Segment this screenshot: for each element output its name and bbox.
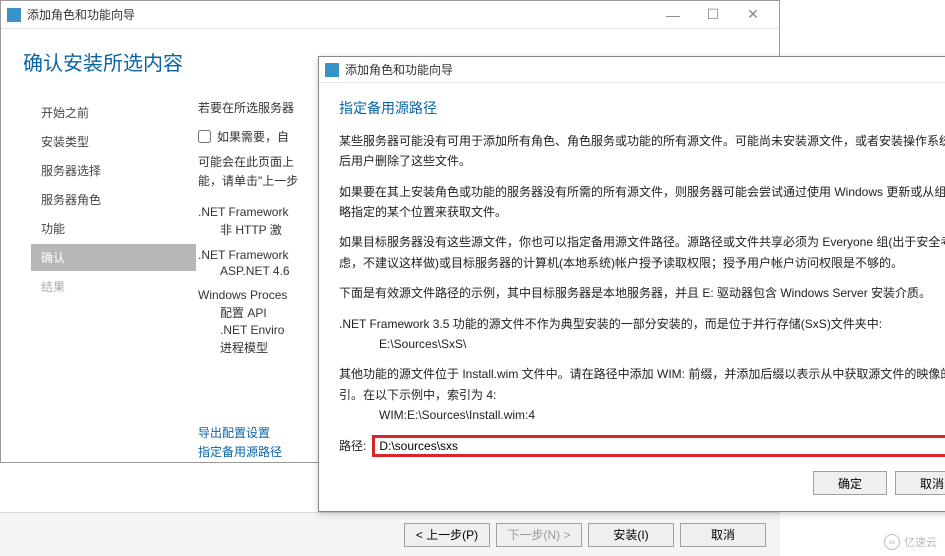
watermark-icon: ∞	[884, 534, 900, 550]
install-button[interactable]: 安装(I)	[588, 523, 674, 547]
ok-button[interactable]: 确定	[813, 471, 887, 495]
dialog-p3: 如果目标服务器没有这些源文件，你也可以指定备用源文件路径。源路径或文件共享必须为…	[339, 232, 945, 273]
outer-title: 添加角色和功能向导	[27, 6, 653, 23]
dialog-p2: 如果要在其上安装角色或功能的服务器没有所需的所有源文件，则服务器可能会尝试通过使…	[339, 182, 945, 223]
cancel-button[interactable]: 取消	[895, 471, 945, 495]
page-title: 确认安装所选内容	[23, 47, 183, 76]
dialog-buttons: 确定 取消	[339, 471, 945, 495]
next-button: 下一步(N) >	[496, 523, 582, 547]
sidebar: 开始之前 安装类型 服务器选择 服务器角色 功能 确认 结果	[1, 85, 196, 462]
dialog-p6b: WIM:E:\Sources\Install.wim:4	[339, 405, 945, 425]
sidebar-item-results: 结果	[31, 273, 196, 300]
dialog-p6a: 其他功能的源文件位于 Install.wim 文件中。请在路径中添加 WIM: …	[339, 364, 945, 405]
dialog-content: 指定备用源路径 某些服务器可能没有可用于添加所有角色、角色服务或功能的所有源文件…	[319, 83, 945, 511]
path-input[interactable]	[372, 435, 945, 457]
restart-checkbox[interactable]	[198, 130, 211, 143]
dialog-p5b: E:\Sources\SxS\	[339, 334, 945, 354]
sidebar-item-install-type[interactable]: 安装类型	[31, 128, 196, 155]
dialog-p5a: .NET Framework 3.5 功能的源文件不作为典型安装的一部分安装的，…	[339, 314, 945, 334]
dialog-p4: 下面是有效源文件路径的示例，其中目标服务器是本地服务器，并且 E: 驱动器包含 …	[339, 283, 945, 303]
dialog-p1: 某些服务器可能没有可用于添加所有角色、角色服务或功能的所有源文件。可能尚未安装源…	[339, 131, 945, 172]
sidebar-item-server-select[interactable]: 服务器选择	[31, 157, 196, 184]
alt-source-dialog: 添加角色和功能向导 ✕ 指定备用源路径 某些服务器可能没有可用于添加所有角色、角…	[318, 56, 945, 512]
path-label: 路径:	[339, 436, 366, 456]
sidebar-item-before-begin[interactable]: 开始之前	[31, 99, 196, 126]
app-icon	[325, 63, 339, 77]
close-button[interactable]: ✕	[733, 1, 773, 29]
path-row: 路径:	[339, 435, 945, 457]
watermark-text: 亿速云	[904, 534, 937, 550]
outer-titlebar: 添加角色和功能向导 — ☐ ✕	[1, 1, 779, 29]
maximize-button[interactable]: ☐	[693, 1, 733, 29]
wizard-footer: < 上一步(P) 下一步(N) > 安装(I) 取消	[0, 512, 780, 556]
window-controls: — ☐ ✕	[653, 1, 773, 29]
app-icon	[7, 8, 21, 22]
restart-checkbox-label: 如果需要，自	[217, 128, 289, 145]
inner-title: 添加角色和功能向导	[345, 61, 945, 78]
cancel-button[interactable]: 取消	[680, 523, 766, 547]
prev-button[interactable]: < 上一步(P)	[404, 523, 490, 547]
sidebar-item-confirm[interactable]: 确认	[31, 244, 196, 271]
minimize-button[interactable]: —	[653, 1, 693, 29]
inner-titlebar: 添加角色和功能向导 ✕	[319, 57, 945, 83]
dialog-heading: 指定备用源路径	[339, 97, 945, 121]
sidebar-item-features[interactable]: 功能	[31, 215, 196, 242]
sidebar-item-server-roles[interactable]: 服务器角色	[31, 186, 196, 213]
watermark: ∞ 亿速云	[884, 534, 937, 550]
